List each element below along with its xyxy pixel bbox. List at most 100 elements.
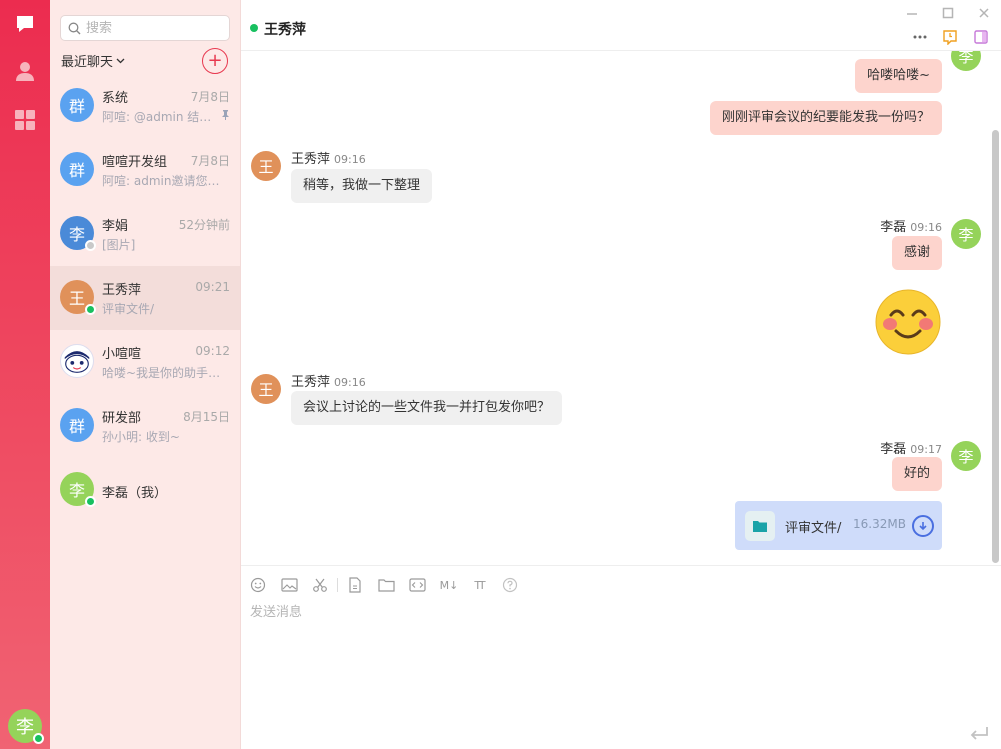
grid-icon (15, 110, 35, 130)
session-name: 王秀萍 (102, 283, 142, 298)
emoji-button[interactable] (249, 576, 267, 594)
session-item[interactable]: 群 研发部 8月15日 孙小明: 收到~ (50, 394, 240, 458)
code-icon (408, 578, 426, 592)
session-name: 系统 (102, 91, 129, 106)
message-time: 09:17 (910, 443, 942, 456)
session-preview: 阿喧: admin邀请您参… (102, 174, 227, 188)
history-button[interactable] (941, 28, 959, 46)
search-input[interactable] (86, 19, 226, 37)
session-item[interactable]: 群 喧喧开发组 7月8日 阿喧: admin邀请您参… (50, 138, 240, 202)
image-icon (280, 578, 298, 592)
window-close-button[interactable] (975, 4, 993, 22)
download-icon[interactable] (912, 515, 934, 537)
image-button[interactable] (280, 576, 298, 594)
person-icon (16, 62, 34, 81)
session-item-active[interactable]: 王 王秀萍 09:21 评审文件/ (50, 266, 240, 330)
message-bubble: 会议上讨论的一些文件我一并打包发你吧？ (291, 391, 563, 425)
markdown-icon: M↓ (439, 578, 459, 592)
avatar: 王 (60, 280, 96, 315)
chevron-down-icon (116, 58, 125, 64)
session-time: 09:21 (195, 280, 230, 294)
session-item[interactable]: 群 系统 7月8日 阿喧: @admin 结束… (50, 74, 240, 138)
clock-icon (943, 30, 957, 45)
add-chat-button[interactable]: + (202, 48, 228, 74)
session-name: 小喧喧 (102, 347, 142, 362)
chat-header: 王秀萍 (241, 0, 1001, 51)
file-icon (349, 577, 361, 593)
self-avatar[interactable]: 李 (8, 709, 44, 744)
screenshot-button[interactable] (311, 576, 329, 594)
online-status-dot (85, 496, 96, 507)
search-icon (68, 22, 81, 35)
message-input[interactable] (250, 601, 990, 721)
minimize-icon (907, 13, 917, 15)
session-item[interactable]: 李 李娟 52分钟前 [图片] (50, 202, 240, 266)
close-icon (979, 8, 989, 18)
sender-name: 李磊 (880, 442, 907, 457)
sender-name: 王秀萍 (291, 375, 331, 390)
send-file-button[interactable] (346, 576, 364, 594)
font-size-button[interactable]: TT (470, 576, 488, 594)
session-preview: 评审文件/ (102, 302, 155, 316)
toggle-sidebar-button[interactable] (972, 28, 990, 46)
avatar: 李 (60, 216, 96, 251)
more-options-button[interactable] (911, 28, 929, 46)
help-button[interactable] (501, 576, 519, 594)
send-button[interactable] (967, 724, 991, 744)
code-button[interactable] (408, 576, 426, 594)
message-bubble: 哈喽哈喽~ (855, 59, 942, 93)
session-name: 李娟 (102, 219, 129, 234)
search-box[interactable] (60, 15, 230, 41)
avatar: 王 (251, 374, 281, 404)
sender-name: 王秀萍 (291, 152, 331, 167)
avatar: 李 (951, 219, 981, 249)
folder-icon (377, 579, 395, 592)
message-list: 李 哈喽哈喽~ 刚刚评审会议的纪要能发我一份吗？ 王 王秀萍 09:16 稍等，我… (241, 51, 1001, 565)
avatar: 李 (60, 472, 96, 507)
rail-chat-button[interactable] (13, 12, 37, 36)
chat-bubble-icon (17, 16, 33, 32)
send-folder-button[interactable] (377, 576, 395, 594)
sender-name: 李磊 (880, 220, 907, 235)
more-icon (913, 35, 927, 39)
plus-icon: + (207, 50, 223, 71)
help-icon (502, 577, 518, 593)
session-name: 喧喧开发组 (102, 155, 168, 170)
message-editor: M↓ TT (241, 565, 1001, 749)
session-item[interactable]: 李 李磊（我） (50, 458, 240, 522)
message-bubble: 刚刚评审会议的纪要能发我一份吗？ (709, 101, 942, 135)
chat-title: 王秀萍 (264, 22, 306, 38)
message-bubble: 稍等，我做一下整理 (291, 169, 433, 203)
message-meta: 李磊 09:16 (880, 216, 942, 235)
robot-avatar-icon (60, 344, 94, 378)
self-avatar-initial: 李 (16, 717, 34, 738)
panel-icon (974, 30, 988, 44)
offline-status-dot (85, 240, 96, 251)
avatar: 王 (251, 151, 281, 181)
scissors-icon (313, 578, 327, 592)
emoji-icon (250, 577, 266, 593)
file-message-card[interactable]: 评审文件/ 16.32MB (735, 501, 942, 550)
session-item[interactable]: 小喧喧 09:12 哈喽~我是你的助手小… (50, 330, 240, 394)
avatar-initial: 李 (68, 225, 85, 244)
markdown-button[interactable]: M↓ (439, 576, 459, 594)
message-time: 09:16 (334, 376, 366, 389)
rail-contacts-button[interactable] (13, 59, 37, 83)
avatar-initial: 李 (68, 481, 85, 500)
message-time: 09:16 (910, 221, 942, 234)
maximize-icon (942, 7, 954, 19)
session-preview: 哈喽~我是你的助手小… (102, 366, 227, 380)
message-bubble: 感谢 (891, 236, 942, 270)
window-maximize-button[interactable] (939, 4, 957, 22)
message-scrollbar[interactable] (992, 130, 999, 563)
avatar: 李 (951, 441, 981, 471)
session-time: 7月8日 (190, 154, 230, 168)
online-status-dot (85, 304, 96, 315)
rail-apps-button[interactable] (13, 108, 37, 132)
message-time: 09:16 (334, 153, 366, 166)
window-minimize-button[interactable] (903, 4, 921, 22)
avatar: 群 (60, 152, 94, 186)
session-name: 研发部 (102, 411, 142, 426)
recent-chats-label: 最近聊天 (61, 55, 114, 70)
recent-chats-dropdown[interactable]: 最近聊天 (61, 51, 125, 70)
